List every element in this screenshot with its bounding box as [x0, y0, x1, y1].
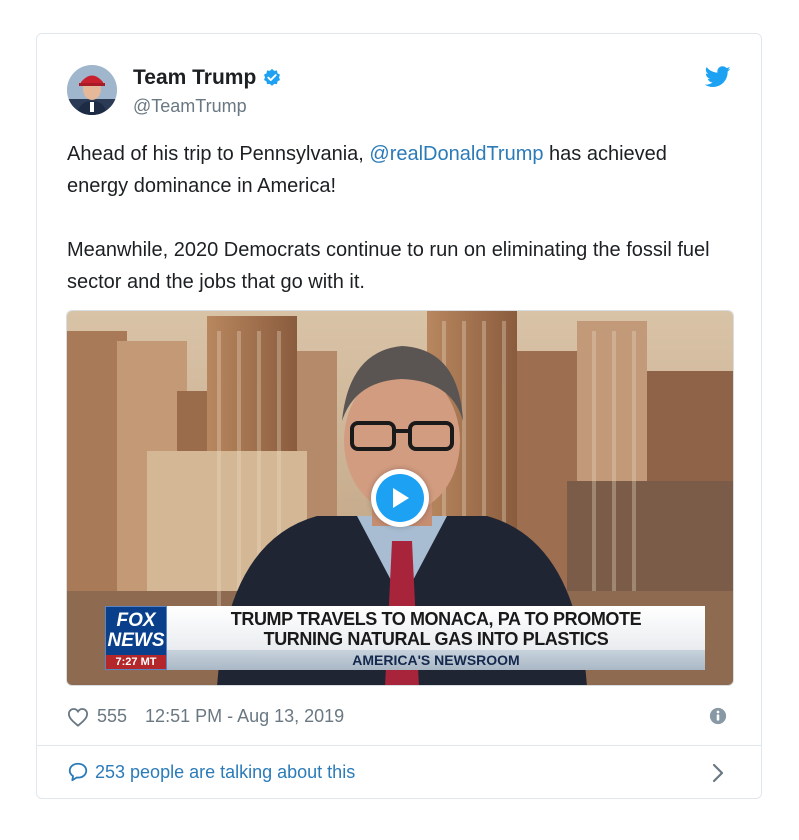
heart-icon[interactable] [67, 707, 89, 727]
tweet-paragraph-1: Ahead of his trip to Pennsylvania, @real… [67, 138, 727, 202]
twitter-bird-icon[interactable] [705, 66, 731, 88]
author-name-row[interactable]: Team Trump [133, 66, 282, 90]
chyron-show-name: AMERICA'S NEWSROOM [167, 650, 705, 670]
mention-link[interactable]: @realDonaldTrump [369, 143, 543, 165]
chyron-headline: TRUMP TRAVELS TO MONACA, PA TO PROMOTE T… [167, 606, 705, 650]
talking-link[interactable]: 253 people are talking about this [67, 761, 355, 783]
divider [37, 745, 761, 746]
avatar-image [67, 65, 117, 115]
logo-time: 7:27 MT [106, 655, 166, 669]
timestamp[interactable]: 12:51 PM - Aug 13, 2019 [145, 706, 344, 727]
play-button[interactable] [371, 469, 429, 527]
video-player[interactable]: FOX NEWS 7:27 MT TRUMP TRAVELS TO MONACA… [66, 310, 734, 686]
play-icon [376, 474, 424, 522]
news-chyron: FOX NEWS 7:27 MT TRUMP TRAVELS TO MONACA… [105, 606, 705, 670]
tweet-meta: 555 12:51 PM - Aug 13, 2019 [67, 706, 344, 727]
chevron-right-icon[interactable] [711, 763, 725, 783]
author-handle[interactable]: @TeamTrump [133, 96, 247, 117]
display-name[interactable]: Team Trump [133, 66, 256, 90]
tweet-paragraph-2: Meanwhile, 2020 Democrats continue to ru… [67, 239, 710, 293]
tweet-text: Ahead of his trip to Pennsylvania, @real… [67, 138, 727, 330]
chyron-line2: TURNING NATURAL GAS INTO PLASTICS [263, 629, 609, 649]
logo-line2: NEWS [107, 630, 165, 651]
chyron-line1: TRUMP TRAVELS TO MONACA, PA TO PROMOTE [230, 609, 642, 629]
like-count[interactable]: 555 [97, 706, 127, 727]
talking-label[interactable]: 253 people are talking about this [95, 762, 355, 783]
speech-bubble-icon [68, 762, 88, 782]
tweet-card: Team Trump @TeamTrump Ahead of his trip … [36, 33, 762, 799]
tweet-text-part1: Ahead of his trip to Pennsylvania, [67, 143, 370, 165]
fox-news-logo: FOX NEWS 7:27 MT [105, 606, 167, 670]
info-icon[interactable] [709, 707, 727, 725]
play-triangle-icon [393, 488, 409, 508]
verified-badge-icon [264, 68, 281, 86]
avatar[interactable] [67, 65, 117, 115]
logo-line1: FOX [116, 610, 156, 631]
